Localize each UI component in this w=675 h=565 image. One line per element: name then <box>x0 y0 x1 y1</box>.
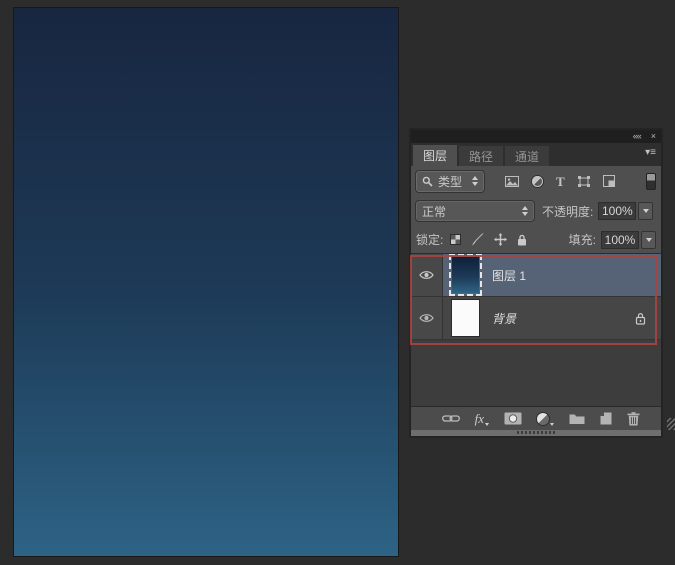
smart-object-filter-icon[interactable] <box>603 175 615 187</box>
tab-paths-label: 路径 <box>469 148 493 165</box>
new-group-folder-icon[interactable] <box>569 413 585 425</box>
layer-name[interactable]: 图层 1 <box>492 267 526 284</box>
adjustment-circle-icon <box>537 413 549 425</box>
layers-panel: «« × 图层 路径 通道 ▾≡ 类型 T <box>409 128 663 438</box>
layer-thumbnail[interactable] <box>452 257 479 293</box>
lock-image-pixels-brush-icon[interactable] <box>471 233 484 246</box>
layers-panel-toolbar: fx <box>411 406 661 430</box>
blend-mode-row: 正常 不透明度: 100% <box>411 196 661 226</box>
lock-buttons <box>450 233 527 246</box>
fill-value-field[interactable]: 100% <box>601 231 639 249</box>
layer-row-layer1[interactable]: 图层 1 <box>411 254 661 297</box>
type-layer-filter-icon[interactable]: T <box>556 175 565 188</box>
blend-mode-value: 正常 <box>422 203 446 220</box>
pixel-layer-filter-icon[interactable] <box>505 176 519 187</box>
tab-layers[interactable]: 图层 <box>413 145 457 166</box>
background-lock-icon <box>635 312 646 325</box>
tab-layers-label: 图层 <box>423 147 447 164</box>
layers-list: 图层 1 背景 <box>411 253 661 406</box>
tab-channels[interactable]: 通道 <box>505 146 549 166</box>
layer-filtering-toggle[interactable] <box>646 173 656 190</box>
opacity-label: 不透明度: <box>542 203 593 220</box>
adjustment-menu-arrow-icon <box>550 423 554 426</box>
search-icon <box>422 176 433 187</box>
panel-resize-grip-icon[interactable] <box>667 418 675 430</box>
panel-bottom-resize-bar[interactable] <box>411 430 661 436</box>
fill-label: 填充: <box>569 231 596 248</box>
dropdown-spinner-icon <box>522 206 528 216</box>
lock-row: 锁定: 填充: 100% <box>411 226 661 253</box>
blend-mode-dropdown[interactable]: 正常 <box>416 201 534 221</box>
visibility-toggle[interactable] <box>411 297 443 339</box>
eye-icon <box>419 313 434 323</box>
fill-dropdown-button[interactable] <box>641 231 656 249</box>
collapse-panel-icon[interactable]: «« <box>633 132 641 141</box>
visibility-toggle[interactable] <box>411 254 443 296</box>
layer-thumbnail[interactable] <box>452 300 479 336</box>
tab-paths[interactable]: 路径 <box>459 146 503 166</box>
lock-label: 锁定: <box>416 231 443 248</box>
close-panel-icon[interactable]: × <box>651 132 655 141</box>
panel-titlebar: «« × <box>411 130 661 143</box>
drag-handle-dots-icon <box>517 431 555 434</box>
lock-position-move-icon[interactable] <box>494 233 507 246</box>
layer-styles-fx-icon[interactable]: fx <box>475 412 489 425</box>
delete-layer-trash-icon[interactable] <box>627 412 640 426</box>
layer-row-body[interactable]: 背景 <box>443 297 661 339</box>
layer-row-background[interactable]: 背景 <box>411 297 661 340</box>
lock-transparent-pixels-icon[interactable] <box>450 234 461 245</box>
filter-kind-dropdown[interactable]: 类型 <box>416 171 484 192</box>
new-adjustment-layer-icon[interactable] <box>537 413 554 425</box>
shape-layer-filter-icon[interactable] <box>578 176 590 187</box>
new-layer-icon[interactable] <box>600 412 612 425</box>
opacity-dropdown-button[interactable] <box>638 202 653 220</box>
fx-label: fx <box>475 412 484 425</box>
opacity-value-field[interactable]: 100% <box>598 202 636 220</box>
panel-tab-bar: 图层 路径 通道 ▾≡ <box>411 143 661 166</box>
tab-channels-label: 通道 <box>515 148 539 165</box>
document-canvas[interactable] <box>14 8 398 556</box>
fx-menu-arrow-icon <box>485 423 489 426</box>
adjustment-layer-filter-icon[interactable] <box>532 176 543 187</box>
add-layer-mask-icon[interactable] <box>504 412 522 425</box>
link-layers-icon[interactable] <box>442 414 460 423</box>
dropdown-spinner-icon <box>472 176 478 186</box>
layer-name[interactable]: 背景 <box>492 310 516 327</box>
layer-filter-row: 类型 T <box>411 166 661 196</box>
panel-menu-icon[interactable]: ▾≡ <box>645 147 656 158</box>
filter-kind-label: 类型 <box>438 173 462 190</box>
lock-all-icon[interactable] <box>517 234 527 246</box>
filter-type-buttons: T <box>505 175 615 188</box>
eye-icon <box>419 270 434 280</box>
layer-row-body[interactable]: 图层 1 <box>443 254 661 296</box>
